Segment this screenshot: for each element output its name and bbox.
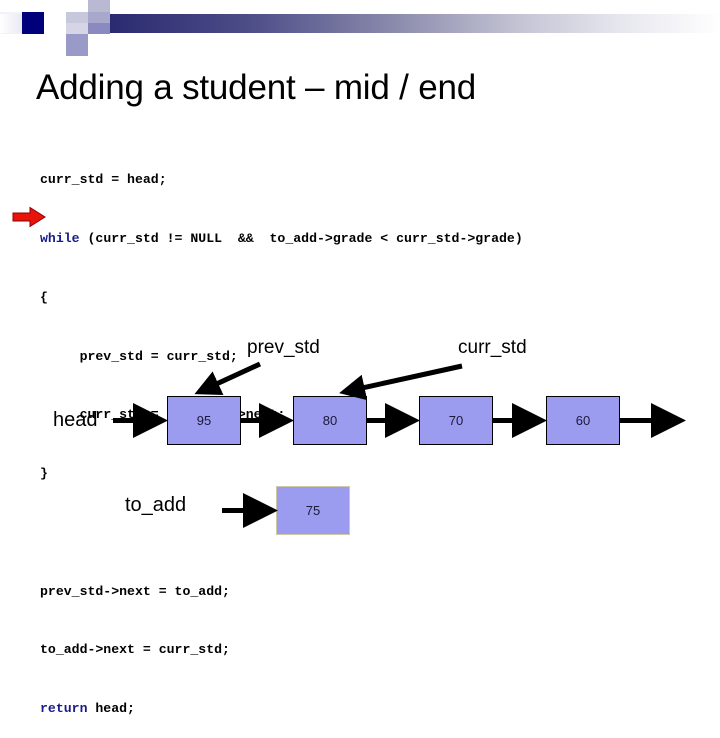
- code-line-2: {: [40, 288, 523, 308]
- code-line-8: to_add->next = curr_std;: [40, 640, 523, 660]
- code-line-0: curr_std = head;: [40, 170, 523, 190]
- page-title: Adding a student – mid / end: [36, 68, 476, 107]
- code-line-text-4: curr_std = curr_std->next;: [40, 407, 286, 423]
- header-square-3: [44, 12, 66, 34]
- header-deco-left-fade: [0, 14, 22, 33]
- code-line-text-3: prev_std = curr_std;: [40, 348, 238, 364]
- red-arrow-icon: [12, 206, 46, 228]
- code-line-5: }: [40, 464, 523, 484]
- header-square-4: [44, 34, 66, 56]
- code-line-9: return head;: [40, 699, 523, 719]
- code-line-7: prev_std->next = to_add;: [40, 582, 523, 602]
- code-line-1: while (curr_std != NULL && to_add->grade…: [40, 229, 523, 249]
- code-line-text-9: head;: [87, 701, 135, 717]
- code-keyword-while: while: [40, 230, 80, 246]
- code-line-text-2: {: [40, 289, 48, 305]
- decorative-header: [0, 0, 720, 56]
- code-line-text-8: to_add->next = curr_std;: [40, 642, 230, 658]
- code-line-text-0: curr_std = head;: [40, 172, 167, 188]
- code-line-text-7: prev_std->next = to_add;: [40, 583, 230, 599]
- code-line-text-5: }: [40, 466, 48, 482]
- header-square-2: [22, 12, 44, 34]
- code-line-text-1: (curr_std != NULL && to_add->grade < cur…: [79, 230, 523, 246]
- code-keyword-return: return: [40, 701, 88, 717]
- list-node-value-3: 60: [575, 413, 591, 428]
- header-square-11: [88, 23, 110, 34]
- list-node-3: 60: [546, 396, 620, 445]
- header-square-8: [66, 34, 88, 56]
- code-line-3: prev_std = curr_std;: [40, 347, 523, 367]
- header-gradient-bar: [44, 14, 720, 33]
- code-line-4: curr_std = curr_std->next;: [40, 405, 523, 425]
- code-block: curr_std = head; while (curr_std != NULL…: [40, 131, 523, 738]
